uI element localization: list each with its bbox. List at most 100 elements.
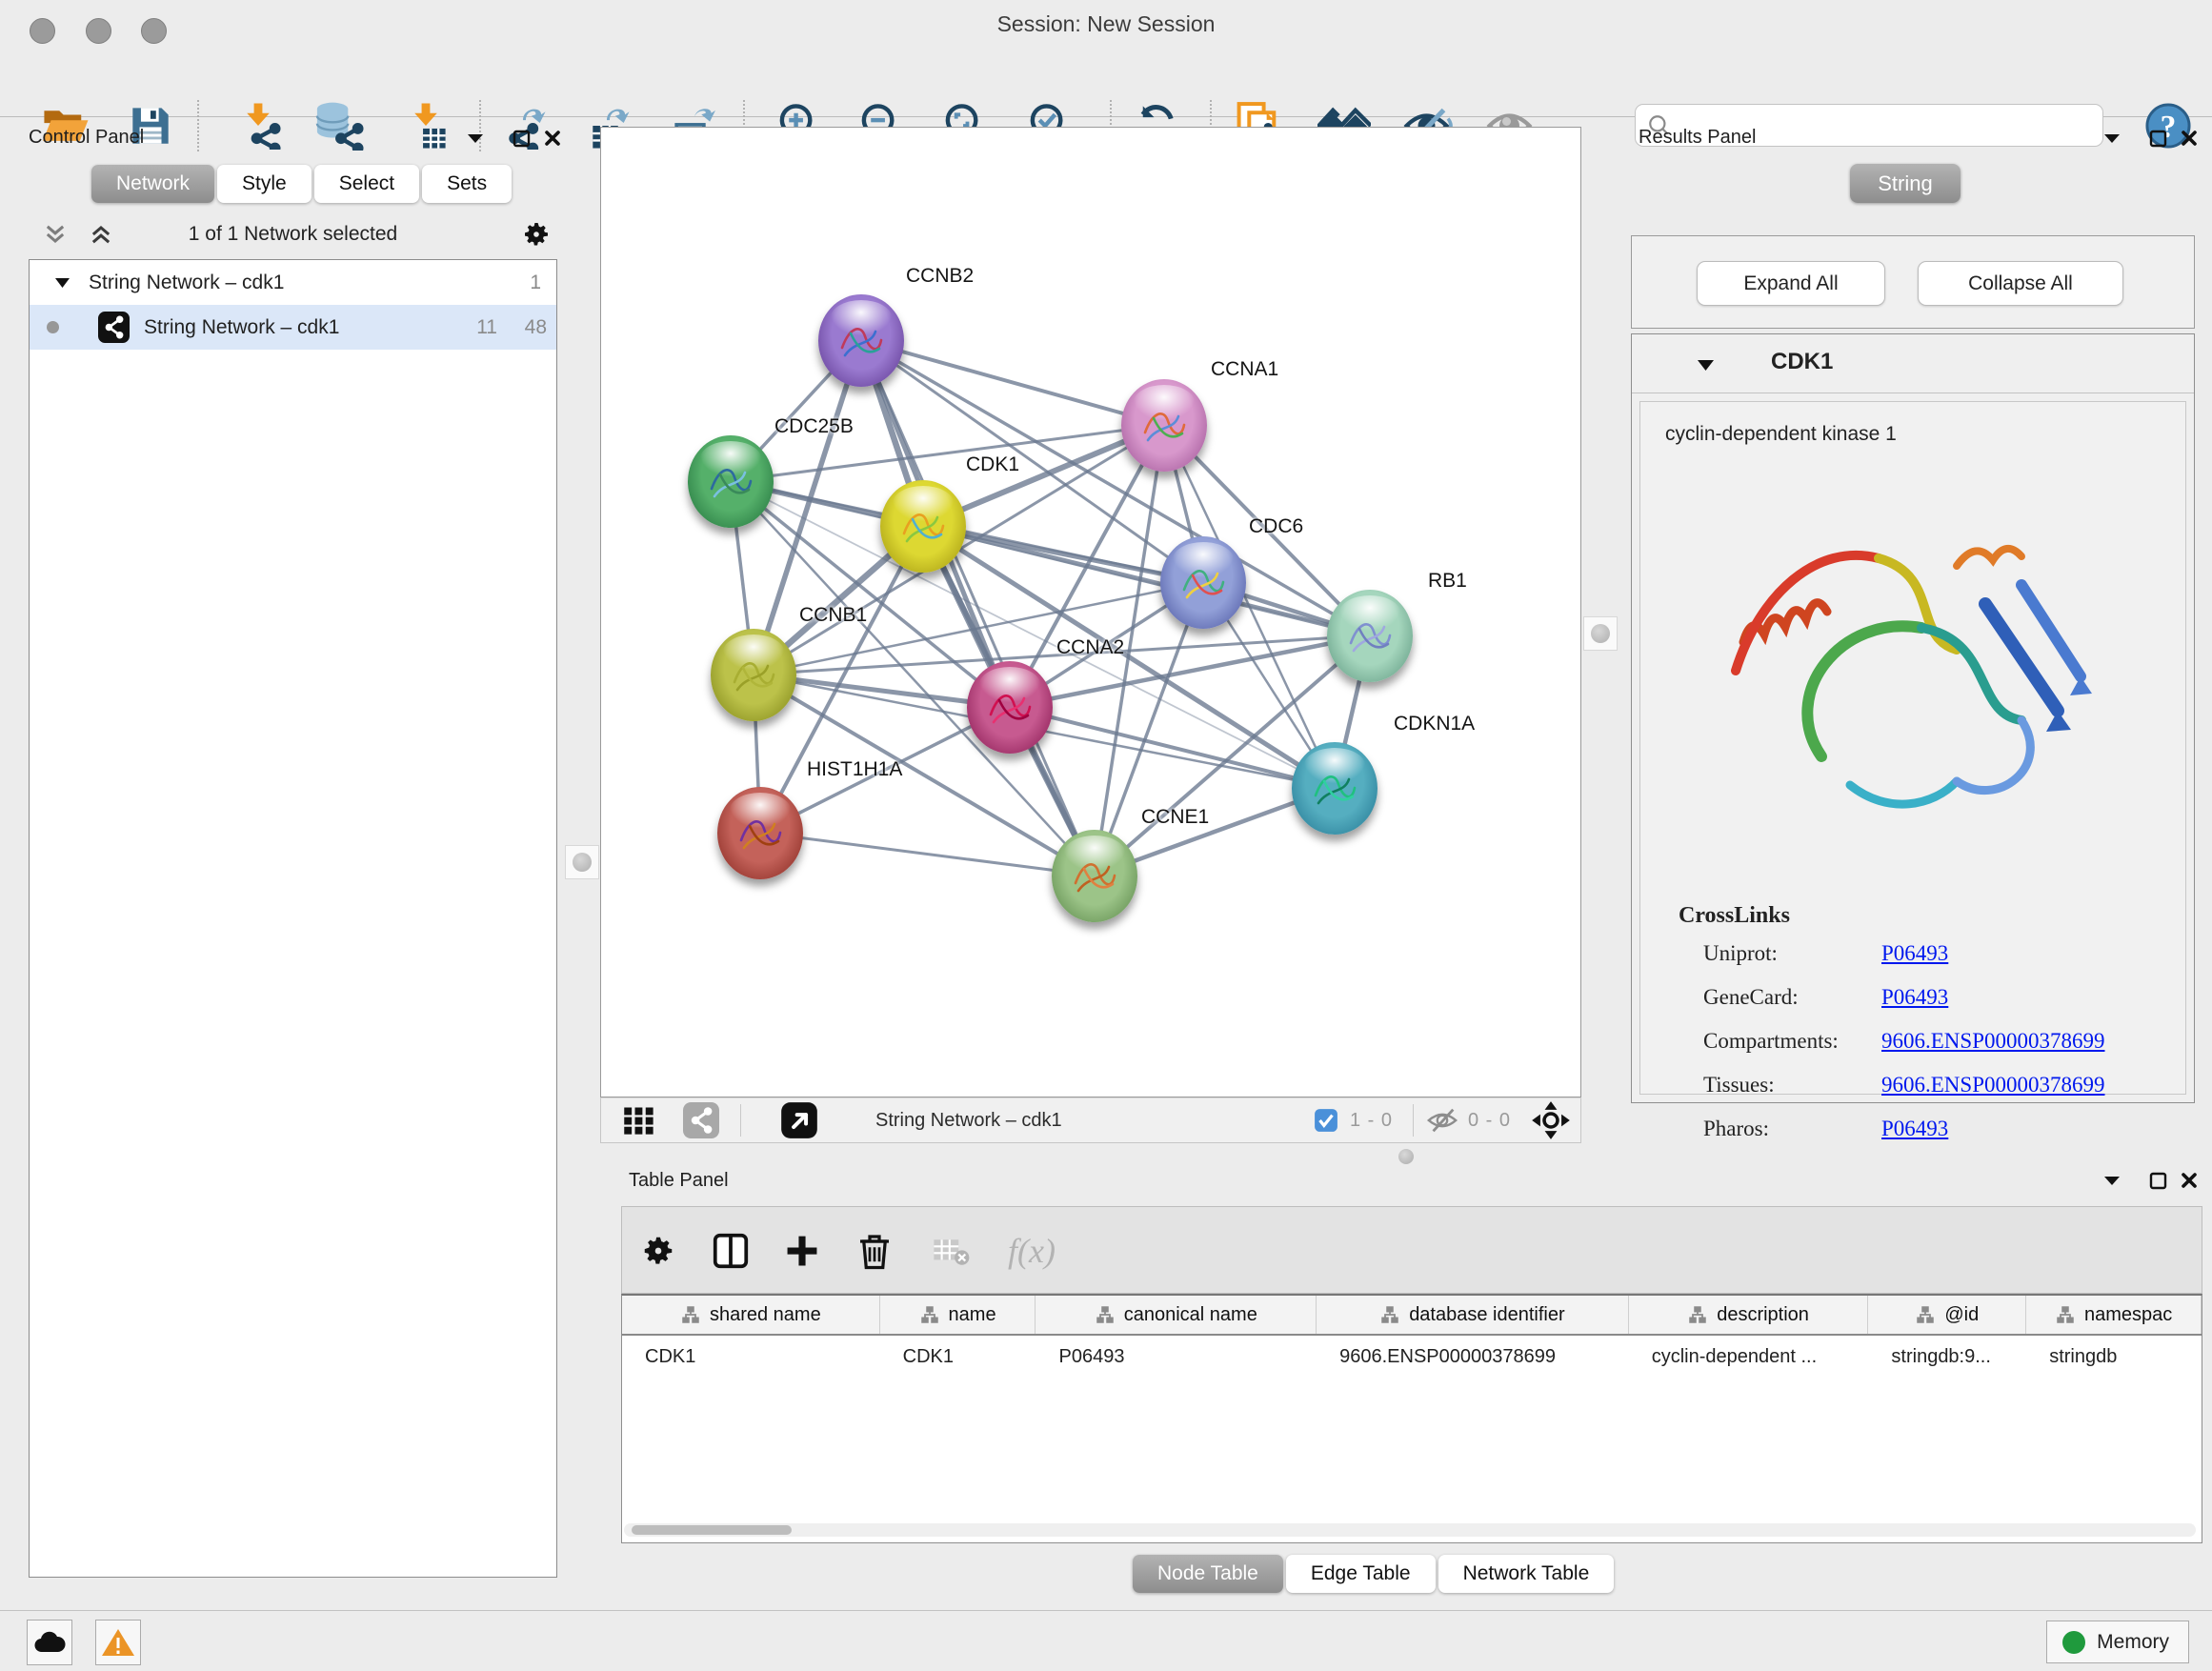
collection-count: 1 xyxy=(530,260,541,305)
table-cell[interactable]: cyclin-dependent ... xyxy=(1629,1338,1869,1376)
network-list-options-gear-icon[interactable] xyxy=(521,219,552,254)
crosslink-link[interactable]: P06493 xyxy=(1881,1117,1948,1141)
network-node-CCNA1[interactable] xyxy=(1121,379,1207,472)
gene-header-row[interactable]: CDK1 xyxy=(1632,334,2194,393)
show-grid-icon[interactable] xyxy=(622,1098,656,1142)
control-panel-float-icon[interactable] xyxy=(505,122,537,154)
tab-string[interactable]: String xyxy=(1850,164,1961,203)
results-panel-menu-icon[interactable] xyxy=(2096,122,2128,154)
expand-all-button[interactable]: Expand All xyxy=(1697,261,1885,306)
column-header--id[interactable]: @id xyxy=(1868,1296,2026,1334)
network-canvas[interactable]: CCNB2CCNA1CDC25BCDK1CDC6RB1CCNB1CCNA2CDK… xyxy=(600,127,1581,1097)
protein-thumbnail-icon xyxy=(895,497,952,556)
show-columns-icon[interactable] xyxy=(710,1230,752,1272)
network-node-CCNA2[interactable] xyxy=(967,661,1053,754)
crosslink-link[interactable]: 9606.ENSP00000378699 xyxy=(1881,1073,2105,1097)
network-node-label: RB1 xyxy=(1428,570,1467,593)
crosslink-row: GeneCard:P06493 xyxy=(1640,985,2185,1029)
table-cell[interactable]: P06493 xyxy=(1036,1338,1317,1376)
crosslink-link[interactable]: P06493 xyxy=(1881,941,1948,966)
table-panel-close-icon[interactable] xyxy=(2173,1164,2205,1197)
protein-thumbnail-icon xyxy=(1175,554,1232,613)
column-header-shared-name[interactable]: shared name xyxy=(622,1296,880,1334)
network-edge[interactable] xyxy=(1095,582,1203,876)
protein-thumbnail-icon xyxy=(1306,759,1363,818)
node-table: shared namenamecanonical namedatabase id… xyxy=(621,1294,2202,1543)
network-share-icon[interactable] xyxy=(683,1098,719,1142)
import-table-icon[interactable] xyxy=(399,99,452,152)
network-node-CCNB1[interactable] xyxy=(711,629,796,721)
network-node-CDK1[interactable] xyxy=(880,480,966,573)
control-panel-close-icon[interactable] xyxy=(536,122,569,154)
horizontal-splitter-handle[interactable] xyxy=(1398,1149,1414,1164)
crosslink-label: Uniprot: xyxy=(1703,941,1778,966)
table-panel-float-icon[interactable] xyxy=(2142,1164,2174,1197)
column-header-canonical-name[interactable]: canonical name xyxy=(1036,1296,1317,1334)
collection-expander-icon[interactable] xyxy=(54,277,70,289)
tab-sets[interactable]: Sets xyxy=(422,165,512,203)
results-panel-float-icon[interactable] xyxy=(2142,122,2174,154)
import-network-icon[interactable] xyxy=(231,99,285,152)
control-panel-menu-icon[interactable] xyxy=(459,122,492,154)
scrollbar-handle[interactable] xyxy=(632,1525,792,1535)
function-builder-icon[interactable]: f(x) xyxy=(998,1230,1065,1272)
birdseye-view-icon[interactable] xyxy=(780,1098,818,1142)
hidden-node-edge-count: 0 - 0 xyxy=(1468,1098,1511,1142)
network-node-CDKN1A[interactable] xyxy=(1292,742,1377,835)
network-node-CDC25B[interactable] xyxy=(688,435,774,528)
network-node-CDC6[interactable] xyxy=(1160,536,1246,629)
column-header-name[interactable]: name xyxy=(880,1296,1036,1334)
network-node-CCNB2[interactable] xyxy=(818,294,904,387)
delete-column-trash-icon[interactable] xyxy=(854,1230,895,1272)
left-splitter-handle[interactable] xyxy=(565,845,599,879)
column-header-namespac[interactable]: namespac xyxy=(2026,1296,2202,1334)
tab-network[interactable]: Network xyxy=(91,165,214,203)
hidden-eye-icon[interactable] xyxy=(1426,1098,1458,1142)
crosslink-row: Tissues:9606.ENSP00000378699 xyxy=(1640,1073,2185,1117)
fit-content-crosshair-icon[interactable] xyxy=(1531,1098,1571,1142)
protein-thumbnail-icon xyxy=(1341,607,1398,666)
right-splitter-handle[interactable] xyxy=(1583,616,1618,651)
table-cell[interactable]: 9606.ENSP00000378699 xyxy=(1317,1338,1629,1376)
network-edge[interactable] xyxy=(1010,707,1335,788)
crosslink-row: Compartments:9606.ENSP00000378699 xyxy=(1640,1029,2185,1073)
crosslink-link[interactable]: 9606.ENSP00000378699 xyxy=(1881,1029,2105,1054)
network-row[interactable]: String Network – cdk1 11 48 xyxy=(30,305,556,350)
table-cell[interactable]: CDK1 xyxy=(880,1338,1036,1376)
protein-thumbnail-icon xyxy=(732,804,789,863)
tab-select[interactable]: Select xyxy=(314,165,419,203)
table-options-gear-icon[interactable] xyxy=(637,1230,679,1272)
network-edge[interactable] xyxy=(861,340,1164,425)
add-column-icon[interactable] xyxy=(781,1230,823,1272)
table-panel-menu-icon[interactable] xyxy=(2096,1164,2128,1197)
crosslink-link[interactable]: P06493 xyxy=(1881,985,1948,1010)
column-header-description[interactable]: description xyxy=(1629,1296,1869,1334)
delete-table-icon[interactable] xyxy=(930,1230,972,1272)
collapse-all-button[interactable]: Collapse All xyxy=(1918,261,2123,306)
network-node-HIST1H1A[interactable] xyxy=(717,787,803,879)
tab-style[interactable]: Style xyxy=(217,165,312,203)
network-node-CCNE1[interactable] xyxy=(1052,830,1137,922)
cloud-button[interactable] xyxy=(27,1620,72,1665)
table-row[interactable]: CDK1CDK1P064939606.ENSP00000378699cyclin… xyxy=(622,1338,2202,1376)
network-view-toolbar: String Network – cdk1 1 - 0 0 - 0 xyxy=(600,1097,1581,1143)
tab-network-table[interactable]: Network Table xyxy=(1438,1555,1615,1593)
warnings-button[interactable] xyxy=(95,1620,141,1665)
network-node-RB1[interactable] xyxy=(1327,590,1413,682)
table-cell[interactable]: stringdb xyxy=(2026,1338,2202,1376)
network-collection-row[interactable]: String Network – cdk1 1 xyxy=(30,260,556,305)
table-cell[interactable]: CDK1 xyxy=(622,1338,880,1376)
tab-node-table[interactable]: Node Table xyxy=(1133,1555,1283,1593)
footer-separator xyxy=(1413,1104,1414,1137)
import-network-from-database-icon[interactable] xyxy=(312,99,365,152)
column-header-database-identifier[interactable]: database identifier xyxy=(1317,1296,1629,1334)
table-cell[interactable]: stringdb:9... xyxy=(1868,1338,2026,1376)
network-edge[interactable] xyxy=(760,833,1095,876)
gene-detail-box: cyclin-dependent kinase 1 CrossLinks Uni… xyxy=(1639,401,2186,1095)
memory-button[interactable]: Memory xyxy=(2046,1621,2189,1663)
tab-edge-table[interactable]: Edge Table xyxy=(1286,1555,1436,1593)
selected-checkbox-icon[interactable] xyxy=(1314,1098,1338,1142)
network-edge[interactable] xyxy=(861,340,1095,876)
results-panel-close-icon[interactable] xyxy=(2173,122,2205,154)
gene-expander-icon[interactable] xyxy=(1697,359,1715,372)
